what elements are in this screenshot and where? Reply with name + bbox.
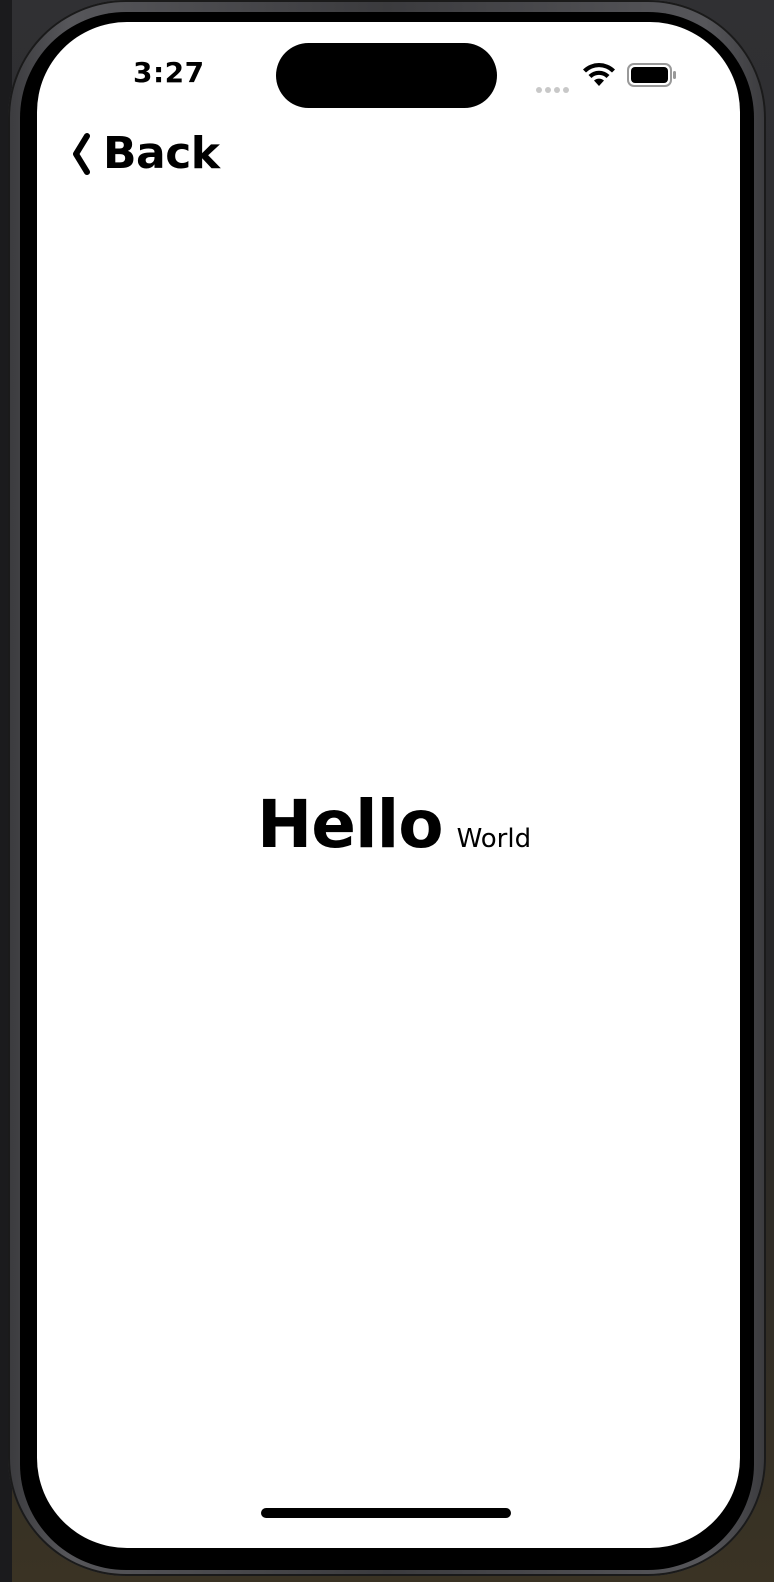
hello-title: Hello xyxy=(257,786,444,863)
home-indicator[interactable] xyxy=(261,1508,511,1518)
greeting: Hello World xyxy=(257,786,531,863)
battery-icon xyxy=(627,63,676,87)
chevron-left-icon xyxy=(73,133,90,175)
dynamic-island xyxy=(276,43,497,108)
phone-screen: 3:27 Back Hello World xyxy=(37,22,740,1548)
back-button[interactable]: Back xyxy=(69,128,220,180)
back-label: Back xyxy=(103,128,220,179)
cellular-signal-icon xyxy=(536,78,572,93)
world-subtitle: World xyxy=(456,824,532,854)
wifi-icon xyxy=(583,63,615,86)
status-time: 3:27 xyxy=(133,56,205,89)
